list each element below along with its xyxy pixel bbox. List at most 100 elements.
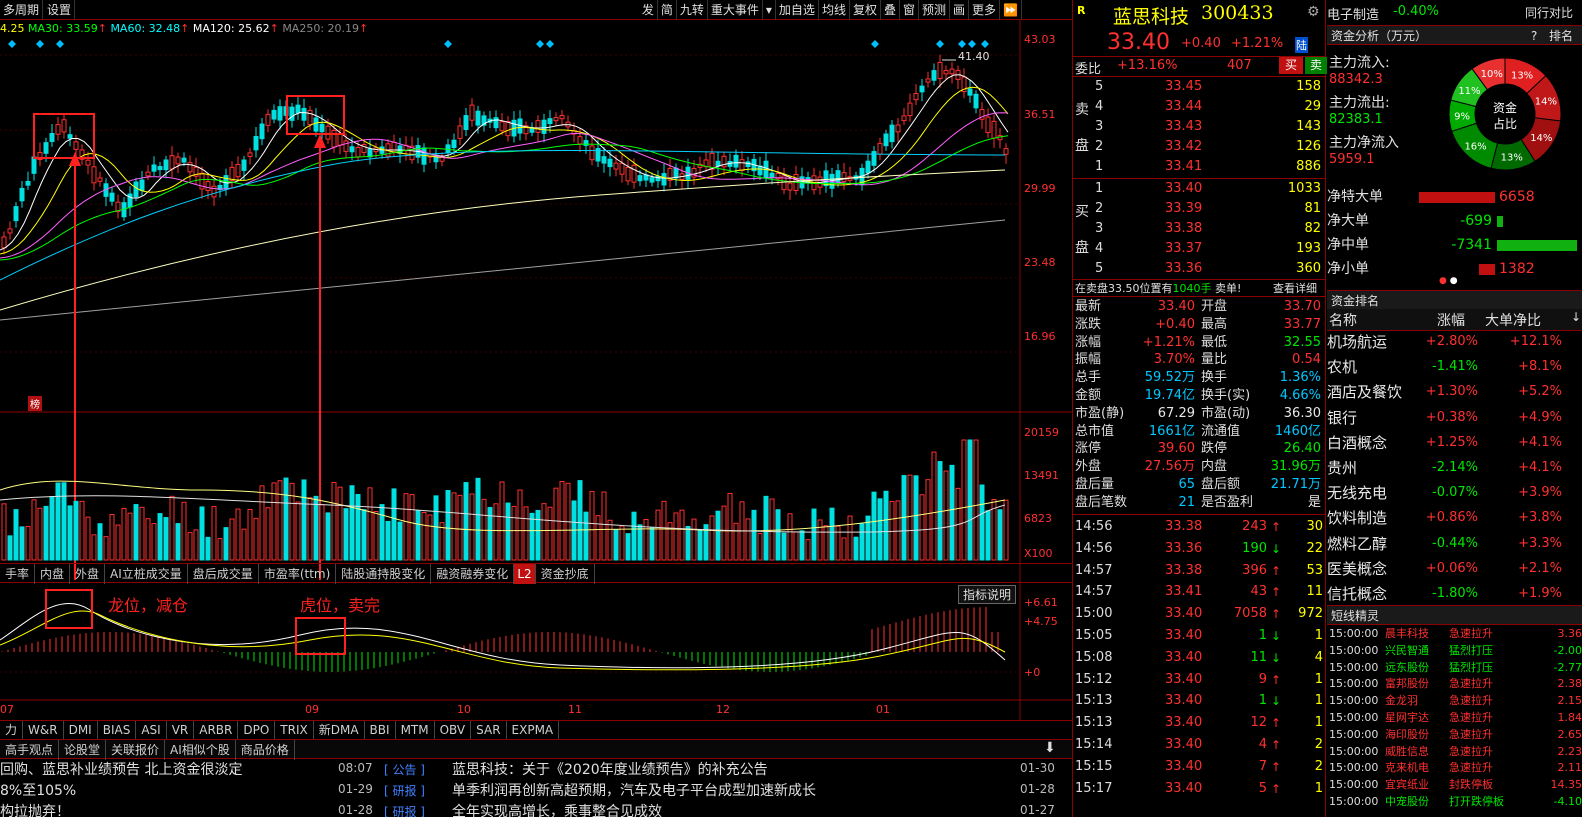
buy-level-row[interactable]: 1 33.40 1033 [1073, 179, 1325, 199]
indicator-tab-1[interactable]: 内盘 [35, 564, 71, 584]
indicator-tab-8[interactable]: L2 [514, 564, 536, 584]
sell-level-row[interactable]: 4 33.44 29 [1073, 97, 1325, 117]
news-left-item[interactable]: 回购、蓝思补业绩预告 北上资金很淡定 [0, 759, 242, 779]
event-marker-icon[interactable] [958, 40, 966, 48]
rank-row[interactable]: 燃料乙醇 -0.44% +3.3% [1327, 532, 1582, 556]
news-tag[interactable]: [ 研报 ] [384, 803, 425, 817]
formula-tab-14[interactable]: EXPMA [507, 721, 560, 740]
news-tab-0[interactable]: 高手观点 [0, 740, 60, 760]
sprite-row[interactable]: 15:00:00 远东股份 猛烈打压 -2.77 [1327, 660, 1582, 676]
multi-period-button[interactable]: 多周期 [0, 0, 44, 20]
indicator-tab-6[interactable]: 陆股通持股变化 [336, 564, 432, 584]
indicator-tab-9[interactable]: 资金抄底 [536, 564, 595, 584]
formula-tab-12[interactable]: OBV [435, 721, 472, 740]
help-icon[interactable]: ? [1531, 26, 1537, 46]
sell-button[interactable]: 卖 [1305, 57, 1327, 74]
indicator-tab-3[interactable]: AI立桩成交量 [105, 564, 188, 584]
rank-row[interactable]: 机场航运 +2.80% +12.1% [1327, 330, 1582, 354]
settings-button[interactable]: 设置 [44, 0, 76, 20]
indicator-tab-2[interactable]: 外盘 [70, 564, 106, 584]
buy-level-row[interactable]: 2 33.39 81 [1073, 199, 1325, 219]
indicator-tab-4[interactable]: 盘后成交量 [188, 564, 259, 584]
buy-button[interactable]: 买 [1279, 57, 1303, 74]
rank-row[interactable]: 酒店及餐饮 +1.30% +5.2% [1327, 380, 1582, 404]
rank-link[interactable]: 排名 [1549, 26, 1573, 46]
toolbar-button-1[interactable]: 简 [658, 0, 677, 20]
news-left-item[interactable]: 8%至105% [0, 780, 76, 800]
toolbar-button-2[interactable]: 九转 [677, 0, 708, 20]
toolbar-button-8[interactable]: 叠 [881, 0, 900, 20]
event-marker-icon[interactable] [8, 40, 16, 48]
toolbar-button-7[interactable]: 复权 [850, 0, 881, 20]
formula-tab-10[interactable]: BBI [365, 721, 396, 740]
view-detail-link[interactable]: 查看详细 [1273, 280, 1317, 296]
buy-level-row[interactable]: 4 33.37 193 [1073, 239, 1325, 259]
sprite-row[interactable]: 15:00:00 金龙羽 急速拉升 2.15 [1327, 693, 1582, 709]
rank-row[interactable]: 贵州 -2.14% +4.1% [1327, 456, 1582, 480]
toolbar-button-4[interactable]: ▾ [763, 0, 776, 20]
rank-col-ratio[interactable]: 大单净比 [1485, 310, 1541, 330]
rank-row[interactable]: 农机 -1.41% +8.1% [1327, 355, 1582, 379]
formula-tab-0[interactable]: 力 [0, 721, 24, 740]
sell-level-row[interactable]: 2 33.42 126 [1073, 137, 1325, 157]
sprite-row[interactable]: 15:00:00 富邦股份 急速拉升 2.38 [1327, 676, 1582, 692]
sell-level-row[interactable]: 1 33.41 886 [1073, 157, 1325, 177]
tick-scrollbar[interactable] [1313, 520, 1325, 810]
event-marker-icon[interactable] [546, 40, 554, 48]
sprite-row[interactable]: 15:00:00 中宠股份 打开跌停板 -4.10 [1327, 794, 1582, 810]
formula-tab-2[interactable]: DMI [64, 721, 98, 740]
toolbar-button-12[interactable]: 更多 [969, 0, 1001, 20]
event-marker-icon[interactable] [981, 40, 989, 48]
toolbar-button-11[interactable]: 画 [950, 0, 970, 20]
gear-icon[interactable]: ⚙ [1307, 4, 1320, 20]
toolbar-button-13[interactable]: ⏩ [1000, 0, 1022, 20]
buy-level-row[interactable]: 5 33.36 360 [1073, 259, 1325, 279]
news-tab-1[interactable]: 论股堂 [59, 740, 107, 760]
peer-compare-link[interactable]: 同行对比 [1525, 4, 1573, 21]
news-left-item[interactable]: 构拉抛弃！ [0, 801, 70, 817]
formula-tab-9[interactable]: 新DMA [314, 721, 365, 740]
formula-tab-7[interactable]: DPO [238, 721, 276, 740]
formula-tab-11[interactable]: MTM [396, 721, 435, 740]
formula-tab-4[interactable]: ASI [136, 721, 167, 740]
indicator-tab-5[interactable]: 市盈率(ttm) [259, 564, 337, 584]
sort-down-icon[interactable]: ↓ [1571, 310, 1581, 324]
sprite-row[interactable]: 15:00:00 海印股份 急速拉升 2.65 [1327, 727, 1582, 743]
sprite-row[interactable]: 15:00:00 威胜信息 急速拉升 2.23 [1327, 744, 1582, 760]
event-marker-icon[interactable] [36, 40, 44, 48]
formula-tab-3[interactable]: BIAS [98, 721, 137, 740]
indicator-help-button[interactable]: 指标说明 [958, 585, 1017, 604]
news-title[interactable]: 蓝思科技：关于《2020年度业绩预告》的补充公告 [452, 759, 768, 779]
sprite-row[interactable]: 15:00:00 兴民智通 猛烈打压 -2.00 [1327, 643, 1582, 659]
sprite-row[interactable]: 15:00:00 宜宾纸业 封跌停板 14.35 [1327, 777, 1582, 793]
formula-tab-1[interactable]: W&R [23, 721, 64, 740]
rank-row[interactable]: 信托概念 -1.80% +1.9% [1327, 582, 1582, 606]
toolbar-button-0[interactable]: 发 [639, 0, 658, 20]
sprite-row[interactable]: 15:00:00 星网宇达 急速拉升 1.84 [1327, 710, 1582, 726]
news-title[interactable]: 单季利润再创新高超预期，汽车及电子平台成型加速新成长 [452, 780, 816, 800]
list-badge[interactable]: 榜 [28, 396, 42, 411]
news-tab-4[interactable]: 商品价格 [236, 740, 295, 760]
formula-tab-13[interactable]: SAR [471, 721, 507, 740]
toolbar-button-6[interactable]: 均线 [819, 0, 850, 20]
rank-row[interactable]: 医美概念 +0.06% +2.1% [1327, 557, 1582, 581]
rank-row[interactable]: 银行 +0.38% +4.9% [1327, 406, 1582, 430]
toolbar-button-3[interactable]: 重大事件 [708, 0, 763, 20]
formula-tab-6[interactable]: ARBR [194, 721, 239, 740]
event-marker-icon[interactable] [936, 40, 944, 48]
indicator-tab-0[interactable]: 手率 [0, 564, 36, 584]
sprite-row[interactable]: 15:00:00 晨丰科技 急速拉升 3.36 [1327, 626, 1582, 642]
event-marker-icon[interactable] [871, 40, 879, 48]
formula-tab-5[interactable]: VR [167, 721, 195, 740]
rank-row[interactable]: 无线充电 -0.07% +3.9% [1327, 481, 1582, 505]
rank-col-name[interactable]: 名称 [1329, 310, 1357, 330]
rank-row[interactable]: 白酒概念 +1.25% +4.1% [1327, 431, 1582, 455]
sprite-row[interactable]: 15:00:00 克来机电 急速拉升 2.11 [1327, 760, 1582, 776]
toolbar-button-10[interactable]: 预测 [919, 0, 951, 20]
toolbar-button-9[interactable]: 窗 [900, 0, 919, 20]
sector-name[interactable]: 电子制造 [1327, 4, 1379, 23]
news-tag[interactable]: [ 公告 ] [384, 761, 425, 778]
news-title[interactable]: 全年实现高增长，乘事整合见成效 [452, 801, 662, 817]
event-marker-icon[interactable] [56, 40, 64, 48]
news-tag[interactable]: [ 研报 ] [384, 782, 425, 799]
